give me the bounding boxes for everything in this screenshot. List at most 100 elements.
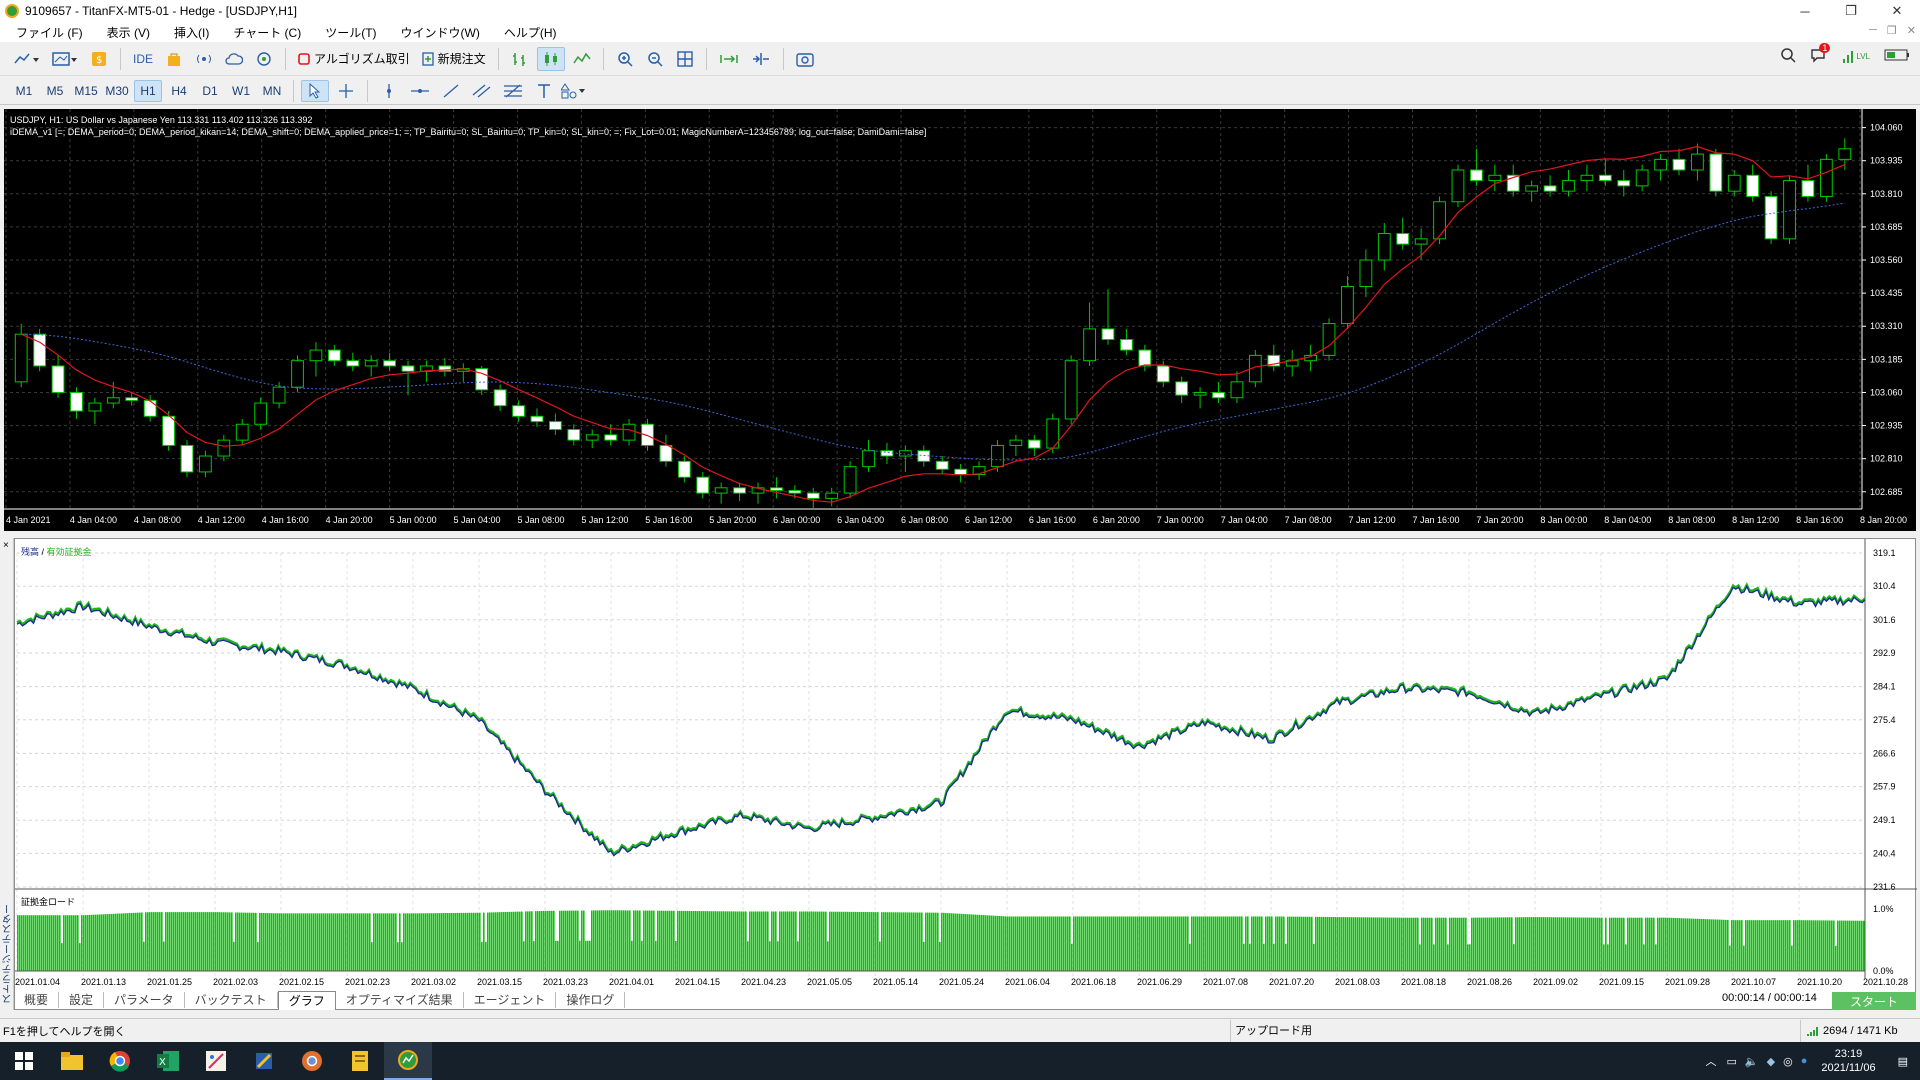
mdi-minimize-button[interactable]: ─ [1869, 24, 1877, 37]
fibonacci-icon[interactable] [499, 80, 527, 102]
line-chart-icon[interactable] [569, 47, 595, 71]
signals-icon[interactable] [191, 47, 217, 71]
tf-h4[interactable]: H4 [165, 80, 193, 102]
load-bar [955, 913, 957, 971]
auto-scroll-icon[interactable] [715, 47, 743, 71]
load-bar [385, 913, 387, 971]
load-bar [639, 910, 641, 971]
menu-chart[interactable]: チャート (C) [221, 24, 313, 41]
shapes-icon[interactable] [561, 80, 589, 102]
cursor-icon[interactable] [301, 79, 329, 102]
chart-type-icon[interactable] [10, 47, 44, 71]
coin-icon[interactable]: $ [86, 47, 112, 71]
chrome-alt-icon[interactable] [288, 1042, 336, 1080]
menu-view[interactable]: 表示 (V) [95, 24, 162, 41]
tf-mn[interactable]: MN [258, 80, 286, 102]
load-bar [1191, 916, 1193, 971]
candle-bear [493, 389, 507, 407]
graph-x-label: 2021.09.02 [1533, 977, 1578, 987]
load-bar [529, 911, 531, 971]
mdi-restore-button[interactable]: ❐ [1887, 24, 1897, 37]
menu-help[interactable]: ヘルプ(H) [492, 24, 569, 41]
menu-file[interactable]: ファイル (F) [4, 24, 95, 41]
market-bag-icon[interactable] [161, 47, 187, 71]
tray-chevron-icon[interactable]: ︿ [1700, 1053, 1723, 1069]
price-chart[interactable]: 104.060 103.935 103.810 103.685 103.560 103.4… [4, 109, 1916, 531]
tf-m15[interactable]: M15 [72, 80, 100, 102]
notes-app-icon[interactable] [336, 1042, 384, 1080]
tf-h1[interactable]: H1 [134, 79, 162, 102]
load-bar [1431, 917, 1433, 971]
taskbar-clock[interactable]: 23:19 2021/11/06 [1811, 1047, 1885, 1075]
notifications-icon[interactable]: 1 [1810, 43, 1831, 66]
chart-shift-icon[interactable] [747, 47, 775, 71]
horizontal-line-icon[interactable] [406, 80, 434, 102]
text-tool-icon[interactable] [530, 80, 558, 102]
tab-graph[interactable]: グラフ [277, 990, 336, 1010]
close-button[interactable]: ✕ [1874, 0, 1920, 22]
community-icon[interactable] [251, 47, 277, 71]
tf-m1[interactable]: M1 [10, 80, 38, 102]
algo-trading-button[interactable]: アルゴリズム取引 [294, 47, 414, 71]
load-bar [1493, 917, 1495, 971]
paint-icon[interactable] [192, 1042, 240, 1080]
tile-windows-icon[interactable] [672, 47, 698, 71]
start-menu-icon[interactable] [0, 1042, 48, 1080]
load-bar [925, 912, 927, 971]
tray-app-icon[interactable]: ◎ [1779, 1055, 1797, 1068]
new-order-button[interactable]: 新規注文 [418, 47, 490, 71]
zoom-in-icon[interactable] [612, 47, 638, 71]
vertical-line-icon[interactable] [375, 80, 403, 102]
candle-bear [604, 434, 618, 441]
tf-m5[interactable]: M5 [41, 80, 69, 102]
chrome-icon[interactable] [96, 1042, 144, 1080]
load-bar [1193, 916, 1195, 971]
volume-icon[interactable]: 🔈 [1741, 1055, 1763, 1068]
price-chart-canvas[interactable]: 104.060 103.935 103.810 103.685 103.560 103.4… [4, 109, 1916, 531]
start-button[interactable]: スタート [1832, 992, 1916, 1010]
tab-settings[interactable]: 設定 [59, 992, 105, 1008]
action-center-icon[interactable]: ▤ [1886, 1055, 1920, 1068]
tab-agents[interactable]: エージェント [464, 992, 557, 1008]
tab-journal[interactable]: 操作ログ [556, 992, 626, 1008]
tab-summary[interactable]: 概要 [14, 992, 60, 1008]
mdi-close-button[interactable]: ✕ [1907, 24, 1916, 37]
load-bar [151, 912, 153, 971]
load-bar [159, 912, 161, 971]
maximize-button[interactable]: ❐ [1828, 0, 1874, 22]
excel-icon[interactable]: X [144, 1042, 192, 1080]
menu-insert[interactable]: 挿入(I) [162, 24, 221, 41]
tf-d1[interactable]: D1 [196, 80, 224, 102]
screenshot-icon[interactable] [792, 47, 818, 71]
tf-m30[interactable]: M30 [103, 80, 131, 102]
menu-tools[interactable]: ツール(T) [313, 24, 388, 41]
file-explorer-icon[interactable] [48, 1042, 96, 1080]
tester-close-icon[interactable]: × [3, 540, 9, 551]
dropbox-icon[interactable]: ◆ [1763, 1055, 1779, 1068]
trendline-icon[interactable] [437, 80, 465, 102]
menu-window[interactable]: ウインドウ(W) [389, 24, 492, 41]
minimize-button[interactable]: ─ [1782, 0, 1828, 22]
load-bar [495, 912, 497, 971]
strategy-tester-side-tab[interactable]: × ストラテジーテスター [0, 538, 14, 1010]
crosshair-icon[interactable] [332, 80, 360, 102]
candle-bull [14, 333, 28, 383]
load-bar [541, 910, 543, 971]
channel-icon[interactable] [468, 80, 496, 102]
tf-w1[interactable]: W1 [227, 80, 255, 102]
tab-backtest[interactable]: バックテスト [185, 992, 278, 1008]
zoom-out-icon[interactable] [642, 47, 668, 71]
bar-chart-icon[interactable] [507, 47, 533, 71]
vps-cloud-icon[interactable] [221, 47, 247, 71]
candlestick-icon[interactable] [536, 46, 565, 71]
load-bar [811, 911, 813, 971]
editor-icon[interactable] [240, 1042, 288, 1080]
ide-button[interactable]: IDE [129, 47, 157, 71]
search-icon[interactable] [1780, 47, 1796, 66]
mt5-taskbar-icon[interactable] [384, 1042, 432, 1080]
tab-optimization-results[interactable]: オプティマイズ結果 [336, 992, 464, 1008]
profiles-icon[interactable] [48, 47, 82, 71]
tab-parameters[interactable]: パラメータ [104, 992, 185, 1008]
onedrive-icon[interactable]: ● [1797, 1055, 1812, 1067]
network-icon[interactable]: ▭ [1723, 1055, 1741, 1068]
